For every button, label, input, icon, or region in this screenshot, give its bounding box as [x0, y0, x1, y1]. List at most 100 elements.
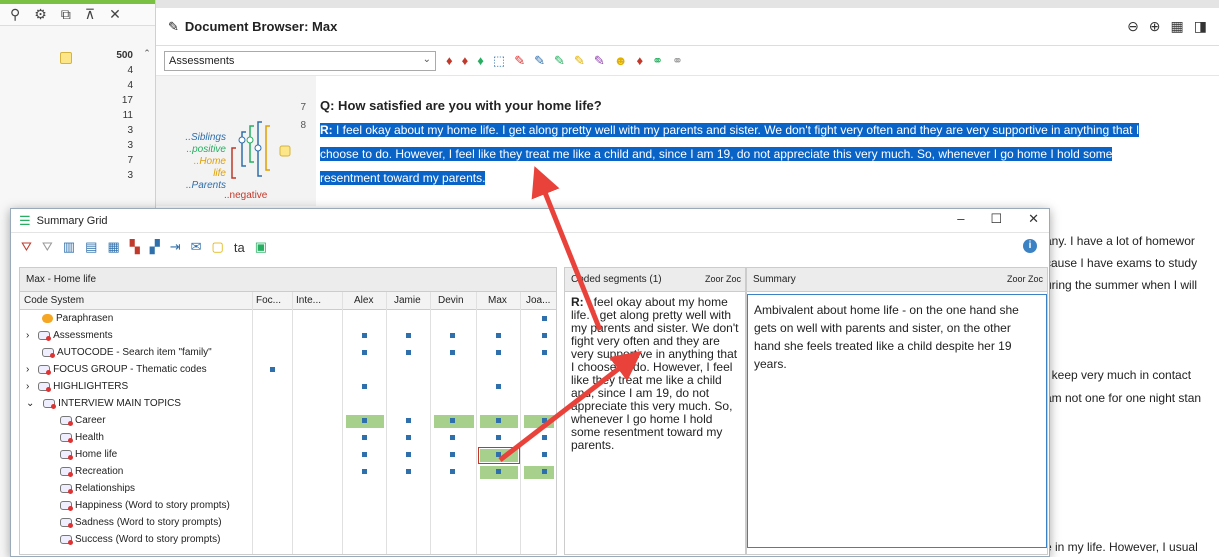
undock-icon[interactable]: ⧉ — [61, 6, 71, 23]
memo-icon[interactable]: ▢ — [212, 239, 224, 255]
table-row[interactable]: Recreation — [20, 464, 556, 481]
comment-icon[interactable]: ✉ — [191, 239, 202, 255]
table-row[interactable]: › FOCUS GROUP - Thematic codes — [20, 362, 556, 379]
info-icon[interactable]: i — [1023, 239, 1037, 253]
memo-icon[interactable] — [60, 52, 72, 64]
window-titlebar[interactable]: ☰ Summary Grid – ☐ ✕ — [11, 209, 1049, 233]
segment-marker[interactable] — [450, 452, 455, 457]
zoom-controls[interactable]: Zoor Zoc — [1007, 274, 1043, 284]
panel-toggle-icon[interactable]: ◨ — [1194, 18, 1207, 35]
collapse-icon[interactable]: ⊼ — [85, 6, 95, 23]
col-max[interactable]: Max — [488, 295, 507, 306]
symbol-icon[interactable]: ♦ — [636, 53, 643, 69]
coded-segment-text[interactable]: R: I feel okay about my home life. I get… — [565, 292, 745, 456]
variables-icon[interactable]: ta — [234, 240, 245, 255]
export-icon[interactable]: ⇥ — [170, 239, 181, 255]
segment-marker[interactable] — [362, 333, 367, 338]
stripe-home-life[interactable] — [265, 125, 270, 171]
highlighter-red-icon[interactable]: ✎ — [514, 53, 525, 69]
segment-marker[interactable] — [270, 367, 275, 372]
highlighter-green-icon[interactable]: ✎ — [554, 53, 565, 69]
chevron-right-icon[interactable]: › — [26, 330, 29, 341]
unlink-icon[interactable]: ⚭ — [672, 53, 683, 69]
segment-marker[interactable] — [362, 469, 367, 474]
stripe-positive[interactable] — [249, 125, 254, 163]
table-row[interactable]: Happiness (Word to story prompts) — [20, 498, 556, 515]
segment-marker[interactable] — [542, 435, 547, 440]
layout-3-icon[interactable]: ▦ — [107, 239, 119, 255]
close-icon[interactable]: ✕ — [109, 6, 121, 23]
segment-marker[interactable] — [496, 384, 501, 389]
maximize-icon[interactable]: ☐ — [990, 211, 1002, 227]
segment-marker[interactable] — [362, 452, 367, 457]
table-row[interactable]: ⌄ INTERVIEW MAIN TOPICS — [20, 396, 556, 413]
table-row[interactable]: Home life — [20, 447, 556, 464]
table-row[interactable]: Sadness (Word to story prompts) — [20, 515, 556, 532]
segment-marker[interactable] — [406, 350, 411, 355]
col-jamie[interactable]: Jamie — [394, 295, 421, 306]
stripe-label-parents[interactable]: ..Parents — [184, 180, 226, 192]
minimize-icon[interactable]: – — [957, 211, 964, 227]
zoom-controls[interactable]: Zoor Zoc — [705, 274, 741, 284]
table-row[interactable]: Paraphrasen — [20, 311, 556, 328]
chevron-right-icon[interactable]: › — [26, 381, 29, 392]
zoom-100-icon[interactable]: ▦ — [1171, 18, 1184, 35]
table-row[interactable]: Career — [20, 413, 556, 430]
highlighter-yellow-icon[interactable]: ✎ — [574, 53, 585, 69]
segment-marker[interactable] — [406, 435, 411, 440]
gear-icon[interactable]: ⚙ — [34, 6, 47, 23]
segment-marker[interactable] — [450, 435, 455, 440]
segment-marker[interactable] — [406, 469, 411, 474]
col-interview[interactable]: Inte... — [296, 295, 321, 306]
segment-marker[interactable] — [406, 418, 411, 423]
stripe-label-home-life[interactable]: ..Home life — [184, 156, 226, 180]
highlighter-purple-icon[interactable]: ✎ — [594, 53, 605, 69]
zoom-out-icon[interactable]: ⊖ — [1127, 18, 1139, 35]
segment-marker[interactable] — [542, 469, 547, 474]
memo-icon[interactable] — [279, 145, 291, 157]
segment-marker[interactable] — [542, 316, 547, 321]
segment-marker[interactable] — [496, 469, 501, 474]
activate-icon[interactable]: ⛛ — [21, 239, 32, 255]
segment-marker[interactable] — [362, 418, 367, 423]
chevron-right-icon[interactable]: › — [26, 364, 29, 375]
link-icon[interactable]: ⚭ — [652, 53, 663, 69]
stripe-label-siblings[interactable]: ..Siblings — [184, 132, 226, 144]
col-devin[interactable]: Devin — [438, 295, 464, 306]
table-row[interactable]: AUTOCODE - Search item "family" — [20, 345, 556, 362]
selected-cell[interactable] — [478, 447, 520, 464]
close-icon[interactable]: ✕ — [1028, 211, 1039, 227]
stripe-label-negative[interactable]: ..negative — [224, 190, 267, 201]
zoom-in-icon[interactable]: ⊕ — [1149, 18, 1161, 35]
segment-bar[interactable] — [524, 415, 554, 428]
code-select[interactable]: Assessments ⌄ — [164, 50, 436, 71]
segment-marker[interactable] — [496, 418, 501, 423]
stripe-label-positive[interactable]: ..positive — [184, 144, 226, 156]
code-multi-icon[interactable]: ♦ — [477, 53, 484, 69]
segment-marker[interactable] — [450, 418, 455, 423]
segment-marker[interactable] — [496, 350, 501, 355]
emoticon-icon[interactable]: ☻ — [614, 53, 628, 69]
code-icon[interactable]: ♦ — [446, 53, 453, 69]
segment-marker[interactable] — [362, 384, 367, 389]
segment-marker[interactable] — [542, 418, 547, 423]
col-alex[interactable]: Alex — [354, 295, 373, 306]
segment-marker[interactable] — [406, 333, 411, 338]
segment-marker[interactable] — [362, 435, 367, 440]
search-icon[interactable]: ⚲ — [10, 6, 20, 23]
segment-marker[interactable] — [496, 435, 501, 440]
table-row[interactable]: Relationships — [20, 481, 556, 498]
col-code-system[interactable]: Code System — [24, 295, 84, 306]
edit-icon[interactable]: ✎ — [168, 19, 179, 35]
segment-marker[interactable] — [450, 469, 455, 474]
segment-marker[interactable] — [450, 333, 455, 338]
segment-marker[interactable] — [362, 350, 367, 355]
segment-marker[interactable] — [450, 350, 455, 355]
chevron-down-icon[interactable]: ⌄ — [26, 398, 34, 409]
segment-bar[interactable] — [524, 466, 554, 479]
segment-marker[interactable] — [542, 333, 547, 338]
col-joa[interactable]: Joa... — [526, 295, 550, 306]
table-row[interactable]: Health — [20, 430, 556, 447]
segment-marker[interactable] — [542, 350, 547, 355]
segment-marker[interactable] — [542, 452, 547, 457]
